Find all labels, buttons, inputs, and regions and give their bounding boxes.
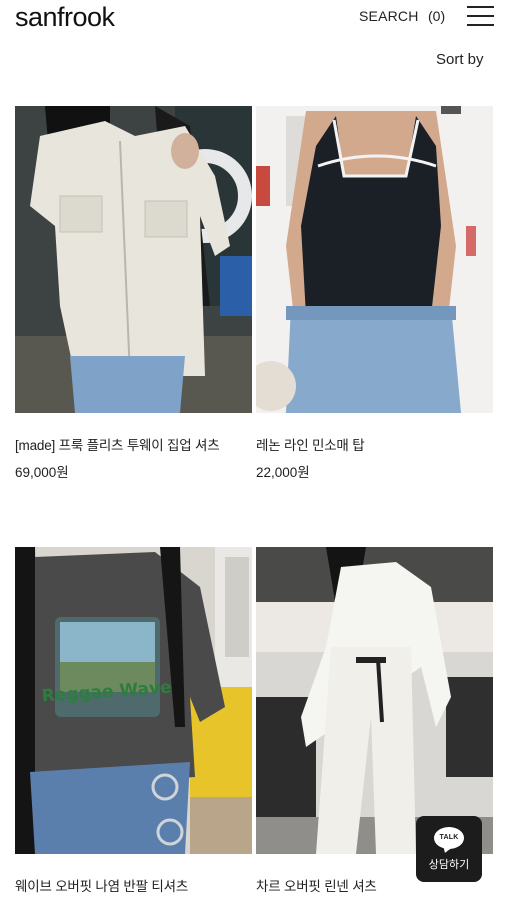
- brand-logo[interactable]: sanfrook: [15, 2, 115, 33]
- product-image-charcoal-print-tshirt[interactable]: Reggae Wave: [15, 547, 252, 854]
- product-photo: [15, 106, 252, 413]
- product-photo: Reggae Wave: [15, 547, 252, 854]
- product-name[interactable]: 웨이브 오버핏 나염 반팔 티셔츠: [15, 875, 252, 895]
- menu-line: [467, 24, 494, 26]
- product-card[interactable]: Reggae Wave 웨이브 오버핏 나염 반팔 티셔츠: [15, 547, 252, 900]
- chat-bubble-icon: TALK: [434, 826, 464, 849]
- product-photo: [256, 547, 493, 854]
- product-image-black-sleeveless-top[interactable]: [256, 106, 493, 413]
- product-card[interactable]: 레논 라인 민소매 탑 22,000원: [256, 106, 493, 481]
- search-link[interactable]: SEARCH: [359, 8, 419, 24]
- product-price: 22,000원: [256, 465, 310, 480]
- product-name[interactable]: 레논 라인 민소매 탑: [256, 434, 493, 454]
- cart-count[interactable]: (0): [428, 8, 445, 24]
- product-image-cream-zip-up-shirt[interactable]: [15, 106, 252, 413]
- sort-by-dropdown[interactable]: Sort by: [436, 51, 484, 68]
- product-name[interactable]: [made] 프룩 플리츠 투웨이 집업 셔츠: [15, 434, 252, 454]
- product-list-page: sanfrook SEARCH (0) Sort by [made] 프룩 플리…: [0, 0, 507, 900]
- talk-consult-button[interactable]: TALK 상담하기: [416, 816, 482, 882]
- talk-label: 상담하기: [428, 858, 470, 871]
- header: sanfrook SEARCH (0): [0, 0, 507, 40]
- hamburger-menu-icon[interactable]: [467, 6, 494, 26]
- product-price: 69,000원: [15, 465, 69, 480]
- product-card[interactable]: [made] 프룩 플리츠 투웨이 집업 셔츠 69,000원: [15, 106, 252, 481]
- menu-line: [467, 6, 494, 8]
- menu-line: [467, 15, 494, 17]
- product-photo: [256, 106, 493, 413]
- product-image-white-linen-shirt[interactable]: [256, 547, 493, 854]
